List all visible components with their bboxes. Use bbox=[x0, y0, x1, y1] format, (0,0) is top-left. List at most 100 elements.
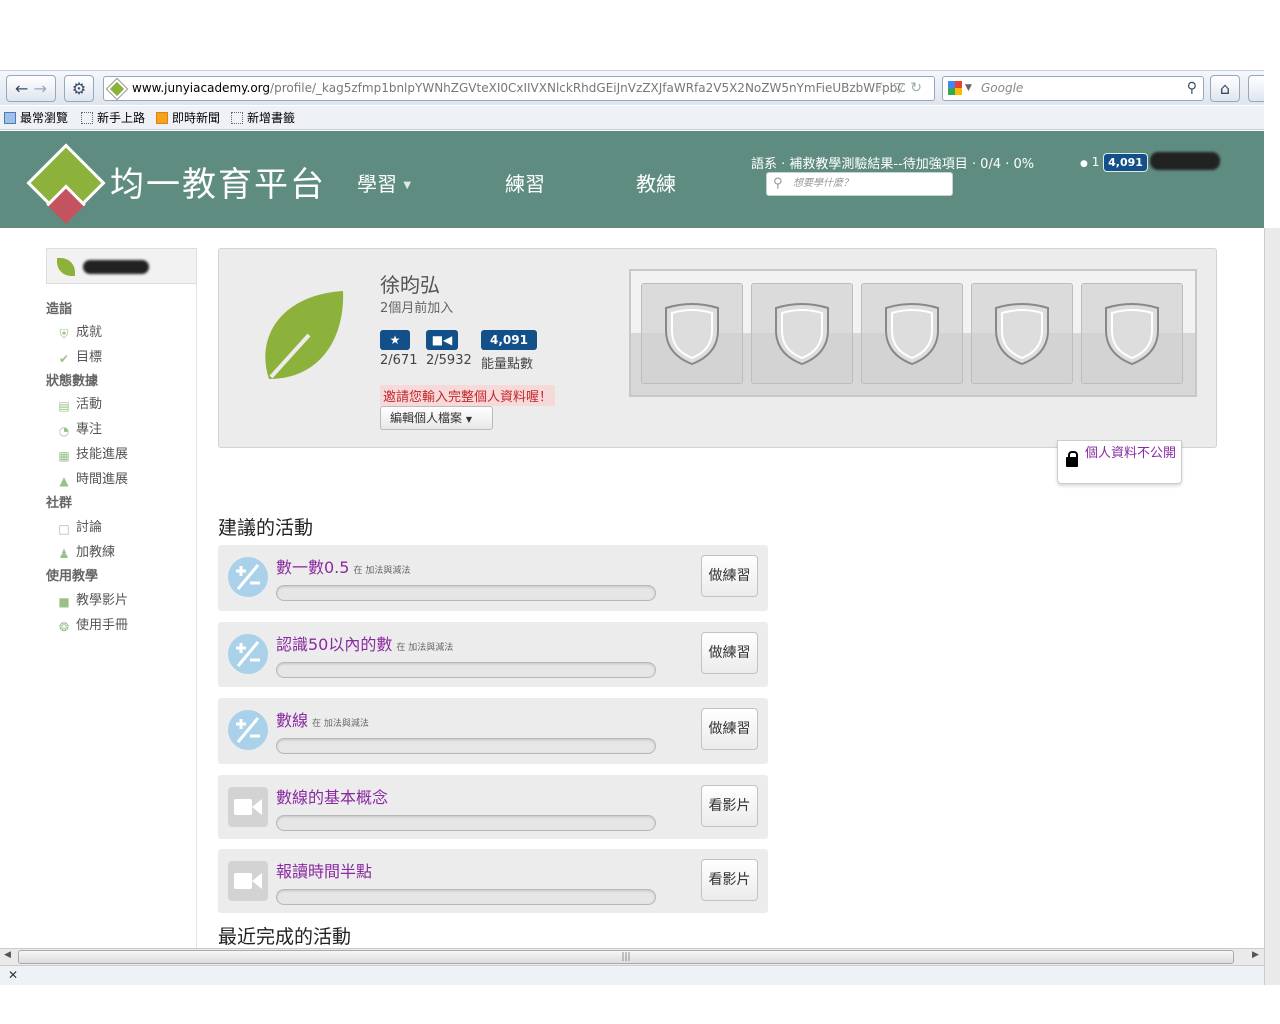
badge-slot[interactable] bbox=[1081, 283, 1183, 384]
nav-practice[interactable]: 練習 bbox=[505, 168, 545, 197]
activity-title[interactable]: 報讀時間半點 bbox=[276, 858, 372, 882]
forward-arrow-icon[interactable]: → bbox=[34, 79, 47, 98]
sidebar-item-activity[interactable]: ▤ 活動 bbox=[57, 393, 102, 413]
home-button[interactable]: ⌂ bbox=[1210, 75, 1240, 102]
browser-toolbar: ← → ⚙ www.junyiacademy.org/profile/_kag5… bbox=[0, 70, 1264, 105]
sidebar-item-add-coach[interactable]: ♟ 加教練 bbox=[57, 541, 115, 561]
sidebar-user-card[interactable] bbox=[46, 248, 197, 284]
sidebar-section-community: 社群 bbox=[46, 496, 73, 511]
video-camera-icon bbox=[228, 861, 268, 901]
shield-icon bbox=[885, 303, 939, 366]
privacy-toggle[interactable]: 個人資料不公開 bbox=[1057, 440, 1182, 484]
site-search-input[interactable]: ⚲ 想要學什麼？ bbox=[766, 172, 953, 196]
header-user-stats[interactable]: ● 1 4,091 bbox=[1080, 153, 1148, 172]
url-path: /profile/_kag5zfmp1bnlpYWNhZGVteXI0CxIIV… bbox=[270, 81, 906, 95]
points-label: 能量點數 bbox=[481, 357, 534, 372]
video-camera-icon: ■◀ bbox=[426, 330, 458, 350]
header-points-badge: 4,091 bbox=[1103, 153, 1148, 172]
scroll-thumb[interactable]: ||| bbox=[18, 950, 1234, 964]
activity-title[interactable]: 數線在 加法與減法 bbox=[276, 707, 369, 731]
watch-video-button[interactable]: 看影片 bbox=[701, 785, 758, 827]
shield-icon bbox=[665, 303, 719, 366]
area-chart-icon: ▲ bbox=[59, 474, 69, 488]
suggested-activities-title: 建議的活動 bbox=[218, 517, 314, 539]
profile-warning: 邀請您輸入完整個人資料喔！ bbox=[380, 385, 556, 406]
progress-bar bbox=[276, 889, 656, 905]
leaf-avatar-icon bbox=[265, 291, 344, 379]
redacted-username[interactable] bbox=[1150, 152, 1220, 170]
bookmark-getting-started[interactable]: 新手上路 bbox=[81, 106, 145, 130]
status-bar: ✕ bbox=[0, 965, 1264, 985]
activity-title[interactable]: 認識50以內的數在 加法與減法 bbox=[276, 631, 453, 655]
bookmark-add[interactable]: 新增書籤 bbox=[231, 106, 295, 130]
watch-video-button[interactable]: 看影片 bbox=[701, 859, 758, 901]
bookmark-most-visited[interactable]: 最常瀏覽 bbox=[4, 106, 68, 130]
shield-icon: ⛨ bbox=[59, 327, 69, 341]
video-camera-icon: ■ bbox=[58, 595, 70, 609]
brand-title[interactable]: 均一教育平台 bbox=[110, 157, 326, 206]
sidebar-item-tutorial-videos[interactable]: ■ 教學影片 bbox=[57, 589, 128, 609]
shield-icon bbox=[1105, 303, 1159, 366]
shield-icon bbox=[995, 303, 1049, 366]
activity-title[interactable]: 數一數0.5 在 加法與減法 bbox=[276, 554, 410, 578]
nav-learn[interactable]: 學習 ▼ bbox=[357, 168, 411, 197]
badge-slot[interactable] bbox=[751, 283, 853, 384]
progress-bar bbox=[276, 738, 656, 754]
shield-icon bbox=[775, 303, 829, 366]
sidebar: 造詣 ⛨ 成就 ✔ 目標 狀態數據 ▤ 活動 ◔ 專注 ▦ 技能進展 ▲ 時間進展 社群 □… bbox=[46, 248, 197, 948]
back-arrow-icon[interactable]: ← bbox=[15, 79, 28, 98]
recent-activities-title: 最近完成的活動 bbox=[218, 926, 352, 948]
badge-slot[interactable] bbox=[971, 283, 1073, 384]
sidebar-item-focus[interactable]: ◔ 專注 bbox=[57, 418, 102, 438]
bookmarks-bar: 最常瀏覽 新手上路 即時新聞 新增書籤 bbox=[0, 106, 1264, 130]
sidebar-item-skill-progress[interactable]: ▦ 技能進展 bbox=[57, 443, 128, 463]
badge-display-case[interactable] bbox=[629, 269, 1197, 397]
sidebar-section-accomplishments: 造詣 bbox=[46, 302, 73, 317]
plus-minus-icon bbox=[228, 710, 268, 750]
url-actions-icon[interactable]: ☆▽↻ bbox=[875, 77, 928, 100]
search-engine-dropdown-icon[interactable]: ▼ bbox=[965, 77, 972, 100]
browser-search-input[interactable]: ▼ Google ⚲ bbox=[942, 76, 1204, 101]
badge-slot[interactable] bbox=[641, 283, 743, 384]
leaf-avatar-icon bbox=[57, 258, 75, 276]
edit-profile-button[interactable]: 編輯個人檔案 ▼ bbox=[380, 406, 493, 430]
breadcrumb[interactable]: 語系 · 補救教學測驗結果--待加強項目 · 0/4 · 0% bbox=[751, 153, 1034, 172]
practice-button[interactable]: 做練習 bbox=[701, 632, 758, 674]
sidebar-item-discussion[interactable]: □ 討論 bbox=[57, 516, 102, 536]
back-forward-button[interactable]: ← → bbox=[6, 75, 56, 102]
practice-button[interactable]: 做練習 bbox=[701, 708, 758, 750]
videos-count: 2/5932 bbox=[426, 353, 472, 368]
rss-icon bbox=[156, 112, 168, 124]
sidebar-section-tutorial: 使用教學 bbox=[46, 569, 99, 584]
horizontal-scrollbar[interactable]: ◀ ||| ▶ bbox=[0, 948, 1264, 965]
person-icon: ♟ bbox=[58, 547, 70, 561]
progress-bar bbox=[276, 585, 656, 601]
history-button[interactable]: ⚙ bbox=[64, 75, 94, 102]
scroll-right-icon[interactable]: ▶ bbox=[1252, 950, 1259, 960]
scroll-left-icon[interactable]: ◀ bbox=[4, 950, 11, 960]
vertical-scrollbar[interactable] bbox=[1264, 228, 1280, 985]
sidebar-item-user-manual[interactable]: ❂ 使用手冊 bbox=[57, 614, 128, 634]
close-icon[interactable]: ✕ bbox=[8, 968, 18, 982]
sidebar-item-goals[interactable]: ✔ 目標 bbox=[57, 346, 102, 366]
search-icon[interactable]: ⚲ bbox=[1187, 77, 1197, 100]
nav-coach[interactable]: 教練 bbox=[636, 168, 676, 197]
activity-title[interactable]: 數線的基本概念 bbox=[276, 784, 388, 808]
address-bar[interactable]: www.junyiacademy.org/profile/_kag5zfmp1b… bbox=[103, 76, 935, 101]
history-icon: ⚙ bbox=[71, 79, 87, 98]
bookmark-icon bbox=[4, 112, 16, 124]
bookmarks-button[interactable] bbox=[1248, 75, 1264, 102]
list-item: 報讀時間半點 看影片 bbox=[218, 849, 768, 913]
badge-slot[interactable] bbox=[861, 283, 963, 384]
bar-chart-icon: ▤ bbox=[58, 399, 70, 413]
check-circle-icon: ✔ bbox=[58, 352, 70, 366]
plus-minus-icon bbox=[228, 634, 268, 674]
browser-search-placeholder: Google bbox=[981, 81, 1024, 95]
sidebar-item-time-progress[interactable]: ▲ 時間進展 bbox=[57, 468, 128, 488]
redacted-username bbox=[83, 260, 149, 274]
bookmark-news[interactable]: 即時新聞 bbox=[156, 106, 220, 130]
privacy-label: 個人資料不公開 bbox=[1085, 446, 1177, 461]
sidebar-item-achievements[interactable]: ⛨ 成就 bbox=[57, 321, 102, 341]
pie-chart-icon: ◔ bbox=[58, 424, 70, 438]
practice-button[interactable]: 做練習 bbox=[701, 555, 758, 597]
